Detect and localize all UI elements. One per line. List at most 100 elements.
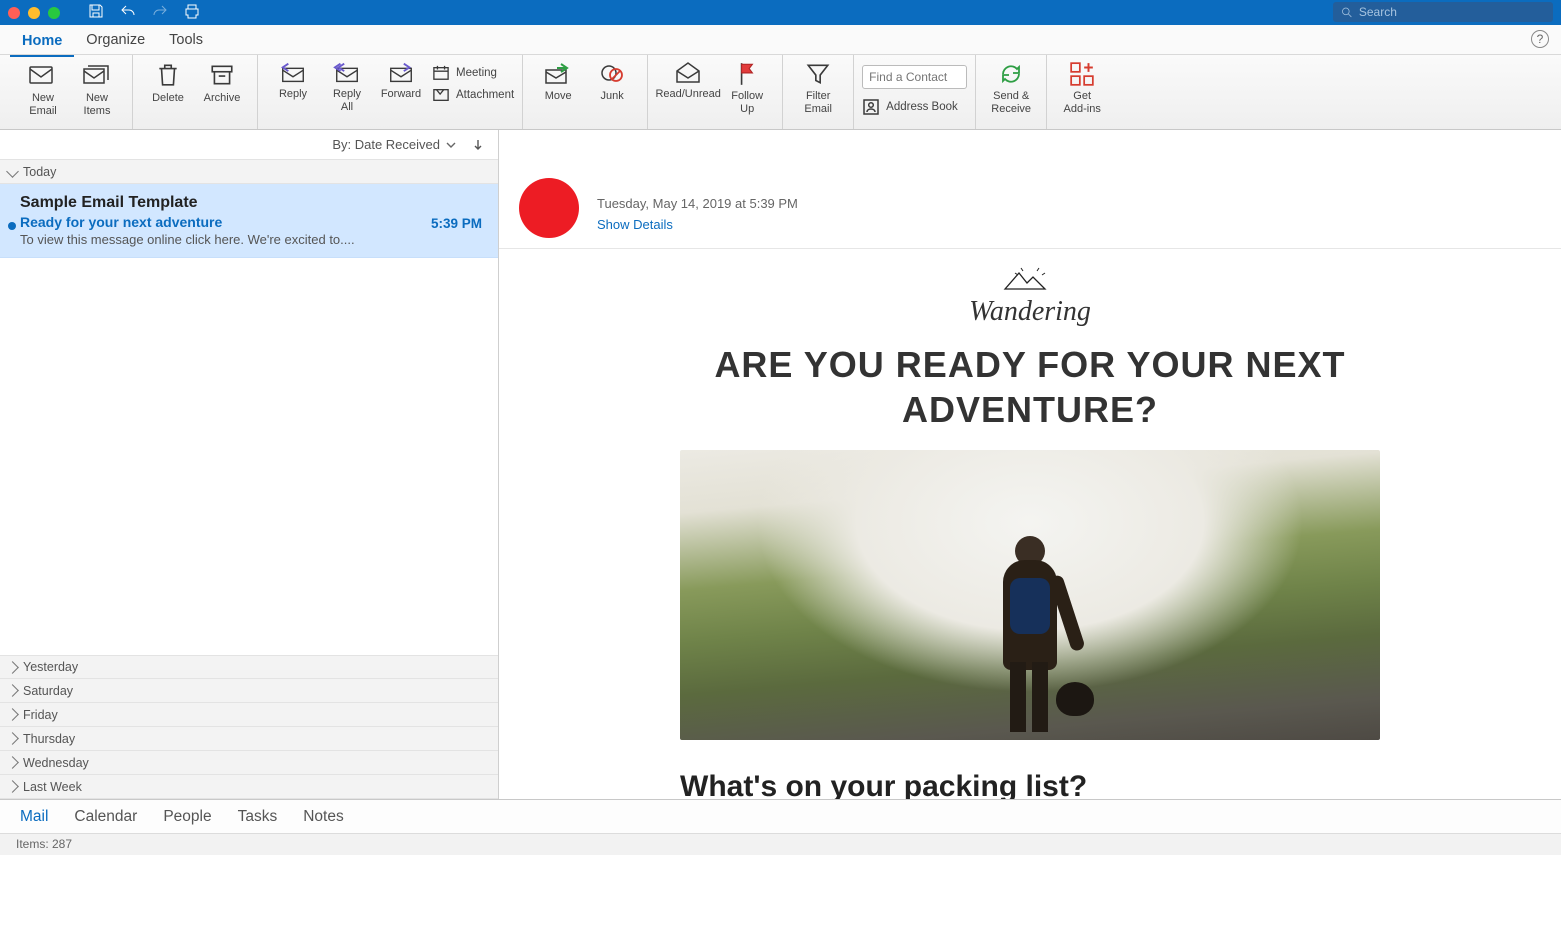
funnel-icon	[805, 61, 831, 87]
chevron-right-icon	[6, 756, 19, 769]
group-yesterday[interactable]: Yesterday	[0, 655, 498, 679]
group-last-week-label: Last Week	[23, 780, 82, 794]
group-wednesday-label: Wednesday	[23, 756, 89, 770]
find-contact-input[interactable]	[862, 65, 967, 89]
send-receive-button[interactable]: Send & Receive	[984, 59, 1038, 115]
maximize-window-button[interactable]	[48, 7, 60, 19]
ribbon-tabs: Home Organize Tools ?	[0, 25, 1561, 55]
status-item-count: Items: 287	[16, 837, 72, 851]
new-email-button[interactable]: New Email	[16, 59, 70, 117]
group-wednesday[interactable]: Wednesday	[0, 751, 498, 775]
hero-image	[680, 450, 1380, 740]
message-item[interactable]: Sample Email Template Ready for your nex…	[0, 184, 498, 258]
brand-name: Wandering	[499, 296, 1561, 328]
sort-label: By: Date Received	[332, 137, 440, 152]
calendar-icon	[432, 65, 450, 81]
show-details-link[interactable]: Show Details	[597, 217, 798, 232]
move-icon	[543, 61, 573, 87]
chevron-right-icon	[6, 780, 19, 793]
chevron-down-icon	[6, 165, 19, 178]
archive-icon	[209, 61, 235, 89]
message-date: Tuesday, May 14, 2019 at 5:39 PM	[597, 196, 798, 211]
content-area: By: Date Received Today Sample Email Tem…	[0, 130, 1561, 799]
move-button[interactable]: Move	[531, 59, 585, 103]
mountain-icon	[995, 267, 1065, 293]
print-icon[interactable]	[184, 3, 200, 22]
nav-tasks[interactable]: Tasks	[238, 808, 278, 826]
send-receive-label: Send & Receive	[991, 90, 1031, 115]
reply-all-label: Reply All	[333, 88, 361, 113]
sync-icon	[997, 61, 1025, 87]
close-window-button[interactable]	[8, 7, 20, 19]
get-addins-button[interactable]: Get Add-ins	[1055, 59, 1109, 115]
archive-button[interactable]: Archive	[195, 59, 249, 105]
nav-notes[interactable]: Notes	[303, 808, 344, 826]
search-input[interactable]	[1359, 5, 1545, 19]
titlebar	[0, 0, 1561, 25]
chevron-down-icon	[446, 140, 456, 150]
tab-organize[interactable]: Organize	[74, 28, 157, 52]
meeting-button[interactable]: Meeting	[432, 65, 514, 81]
address-book-icon	[862, 99, 880, 115]
forward-button[interactable]: Forward	[374, 59, 428, 101]
attachment-icon	[432, 87, 450, 103]
new-email-label: New Email	[29, 92, 57, 117]
read-unread-button[interactable]: Read/Unread	[656, 59, 720, 101]
archive-label: Archive	[204, 92, 241, 105]
tab-home[interactable]: Home	[10, 29, 74, 57]
email-subhead: What's on your packing list?	[680, 770, 1380, 799]
delete-button[interactable]: Delete	[141, 59, 195, 105]
message-time: 5:39 PM	[431, 216, 482, 231]
follow-up-label: Follow Up	[731, 90, 763, 115]
group-friday[interactable]: Friday	[0, 703, 498, 727]
group-yesterday-label: Yesterday	[23, 660, 78, 674]
group-thursday[interactable]: Thursday	[0, 727, 498, 751]
search-box[interactable]	[1333, 2, 1553, 22]
group-last-week[interactable]: Last Week	[0, 775, 498, 799]
new-items-button[interactable]: New Items	[70, 59, 124, 117]
avatar	[519, 178, 579, 238]
follow-up-button[interactable]: Follow Up	[720, 59, 774, 115]
group-friday-label: Friday	[23, 708, 58, 722]
group-saturday[interactable]: Saturday	[0, 679, 498, 703]
reply-button[interactable]: Reply	[266, 59, 320, 101]
arrow-down-icon[interactable]	[472, 139, 484, 151]
group-today-label: Today	[23, 165, 56, 179]
hero-figure	[970, 530, 1090, 740]
minimize-window-button[interactable]	[28, 7, 40, 19]
reply-icon	[279, 61, 307, 85]
filter-email-button[interactable]: Filter Email	[791, 59, 845, 115]
undo-icon[interactable]	[120, 3, 136, 22]
trash-icon	[155, 61, 181, 89]
chevron-right-icon	[6, 661, 19, 674]
reply-all-button[interactable]: Reply All	[320, 59, 374, 113]
message-subject: Ready for your next adventure	[20, 214, 478, 230]
ribbon: New Email New Items Delete Archive Reply…	[0, 55, 1561, 130]
nav-mail[interactable]: Mail	[20, 808, 48, 826]
group-today[interactable]: Today	[0, 160, 498, 184]
attachment-button[interactable]: Attachment	[432, 87, 514, 103]
help-icon[interactable]: ?	[1531, 30, 1549, 48]
sort-bar[interactable]: By: Date Received	[0, 130, 498, 160]
message-header: Tuesday, May 14, 2019 at 5:39 PM Show De…	[499, 160, 1561, 249]
get-addins-label: Get Add-ins	[1064, 90, 1101, 115]
new-items-label: New Items	[84, 92, 111, 117]
redo-icon[interactable]	[152, 3, 168, 22]
nav-people[interactable]: People	[163, 808, 211, 826]
reply-label: Reply	[279, 88, 307, 101]
nav-calendar[interactable]: Calendar	[74, 808, 137, 826]
address-book-button[interactable]: Address Book	[862, 99, 967, 115]
unread-dot-icon	[8, 222, 16, 230]
chevron-right-icon	[6, 732, 19, 745]
tab-tools[interactable]: Tools	[157, 28, 215, 52]
flag-icon	[736, 61, 758, 87]
filter-email-label: Filter Email	[804, 90, 832, 115]
junk-button[interactable]: Junk	[585, 59, 639, 103]
message-sender: Sample Email Template	[20, 194, 478, 212]
message-body[interactable]: Wandering ARE YOU READY FOR YOUR NEXT AD…	[499, 249, 1561, 799]
email-headline: ARE YOU READY FOR YOUR NEXT ADVENTURE?	[710, 342, 1350, 432]
chevron-right-icon	[6, 684, 19, 697]
window-controls	[8, 7, 60, 19]
save-icon[interactable]	[88, 3, 104, 22]
reading-pane: Tuesday, May 14, 2019 at 5:39 PM Show De…	[499, 130, 1561, 799]
